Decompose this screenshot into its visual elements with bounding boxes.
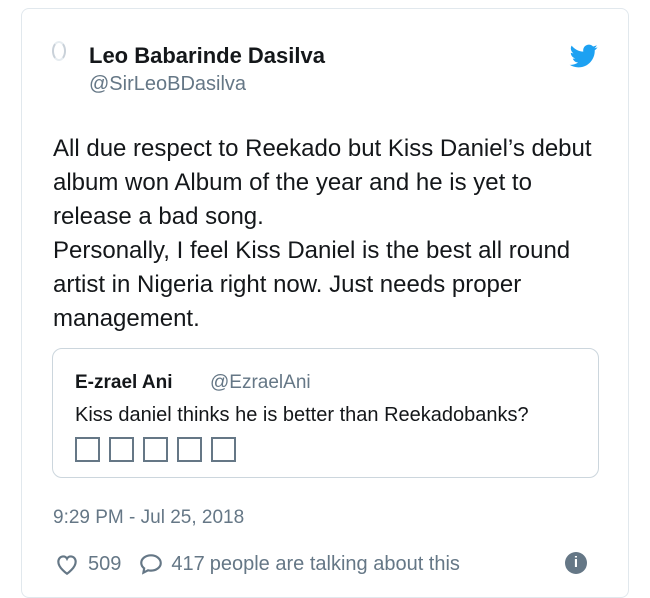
missing-glyph-box	[177, 437, 202, 462]
info-icon[interactable]: i	[565, 552, 587, 574]
tweet-text-line-1: All due respect to Reekado but Kiss Dani…	[53, 135, 592, 230]
tweet-text: All due respect to Reekado but Kiss Dani…	[53, 132, 613, 336]
tweet-card[interactable]: Leo Babarinde Dasilva @SirLeoBDasilva Al…	[21, 8, 629, 598]
avatar[interactable]	[52, 41, 66, 61]
talk-text: people are talking about this	[209, 552, 460, 575]
author-name[interactable]: Leo Babarinde Dasilva	[89, 43, 325, 69]
action-bar: 509 417 people are talking about this	[53, 549, 623, 579]
tweet-text-line-2: Personally, I feel Kiss Daniel is the be…	[53, 237, 571, 332]
twitter-bird-icon[interactable]	[568, 42, 600, 70]
like-count: 509	[88, 552, 122, 575]
heart-icon	[57, 555, 77, 576]
quoted-author-name: E-zrael Ani	[75, 372, 173, 393]
missing-glyph-box	[109, 437, 134, 462]
missing-glyph-box	[211, 437, 236, 462]
quoted-tweet[interactable]: E-zrael Ani @EzraelAni Kiss daniel think…	[52, 348, 599, 478]
emoji-placeholders	[75, 437, 236, 462]
missing-glyph-box	[75, 437, 100, 462]
speech-bubble-icon	[140, 554, 163, 575]
like-button[interactable]: 509	[53, 551, 121, 577]
reply-button[interactable]: 417 people are talking about this	[137, 551, 460, 577]
quoted-author-handle: @EzraelAni	[210, 372, 311, 393]
author-handle[interactable]: @SirLeoBDasilva	[89, 73, 246, 96]
talk-count: 417	[171, 552, 205, 575]
quoted-text: Kiss daniel thinks he is better than Ree…	[75, 404, 529, 426]
missing-glyph-box	[143, 437, 168, 462]
timestamp[interactable]: 9:29 PM - Jul 25, 2018	[53, 507, 244, 529]
